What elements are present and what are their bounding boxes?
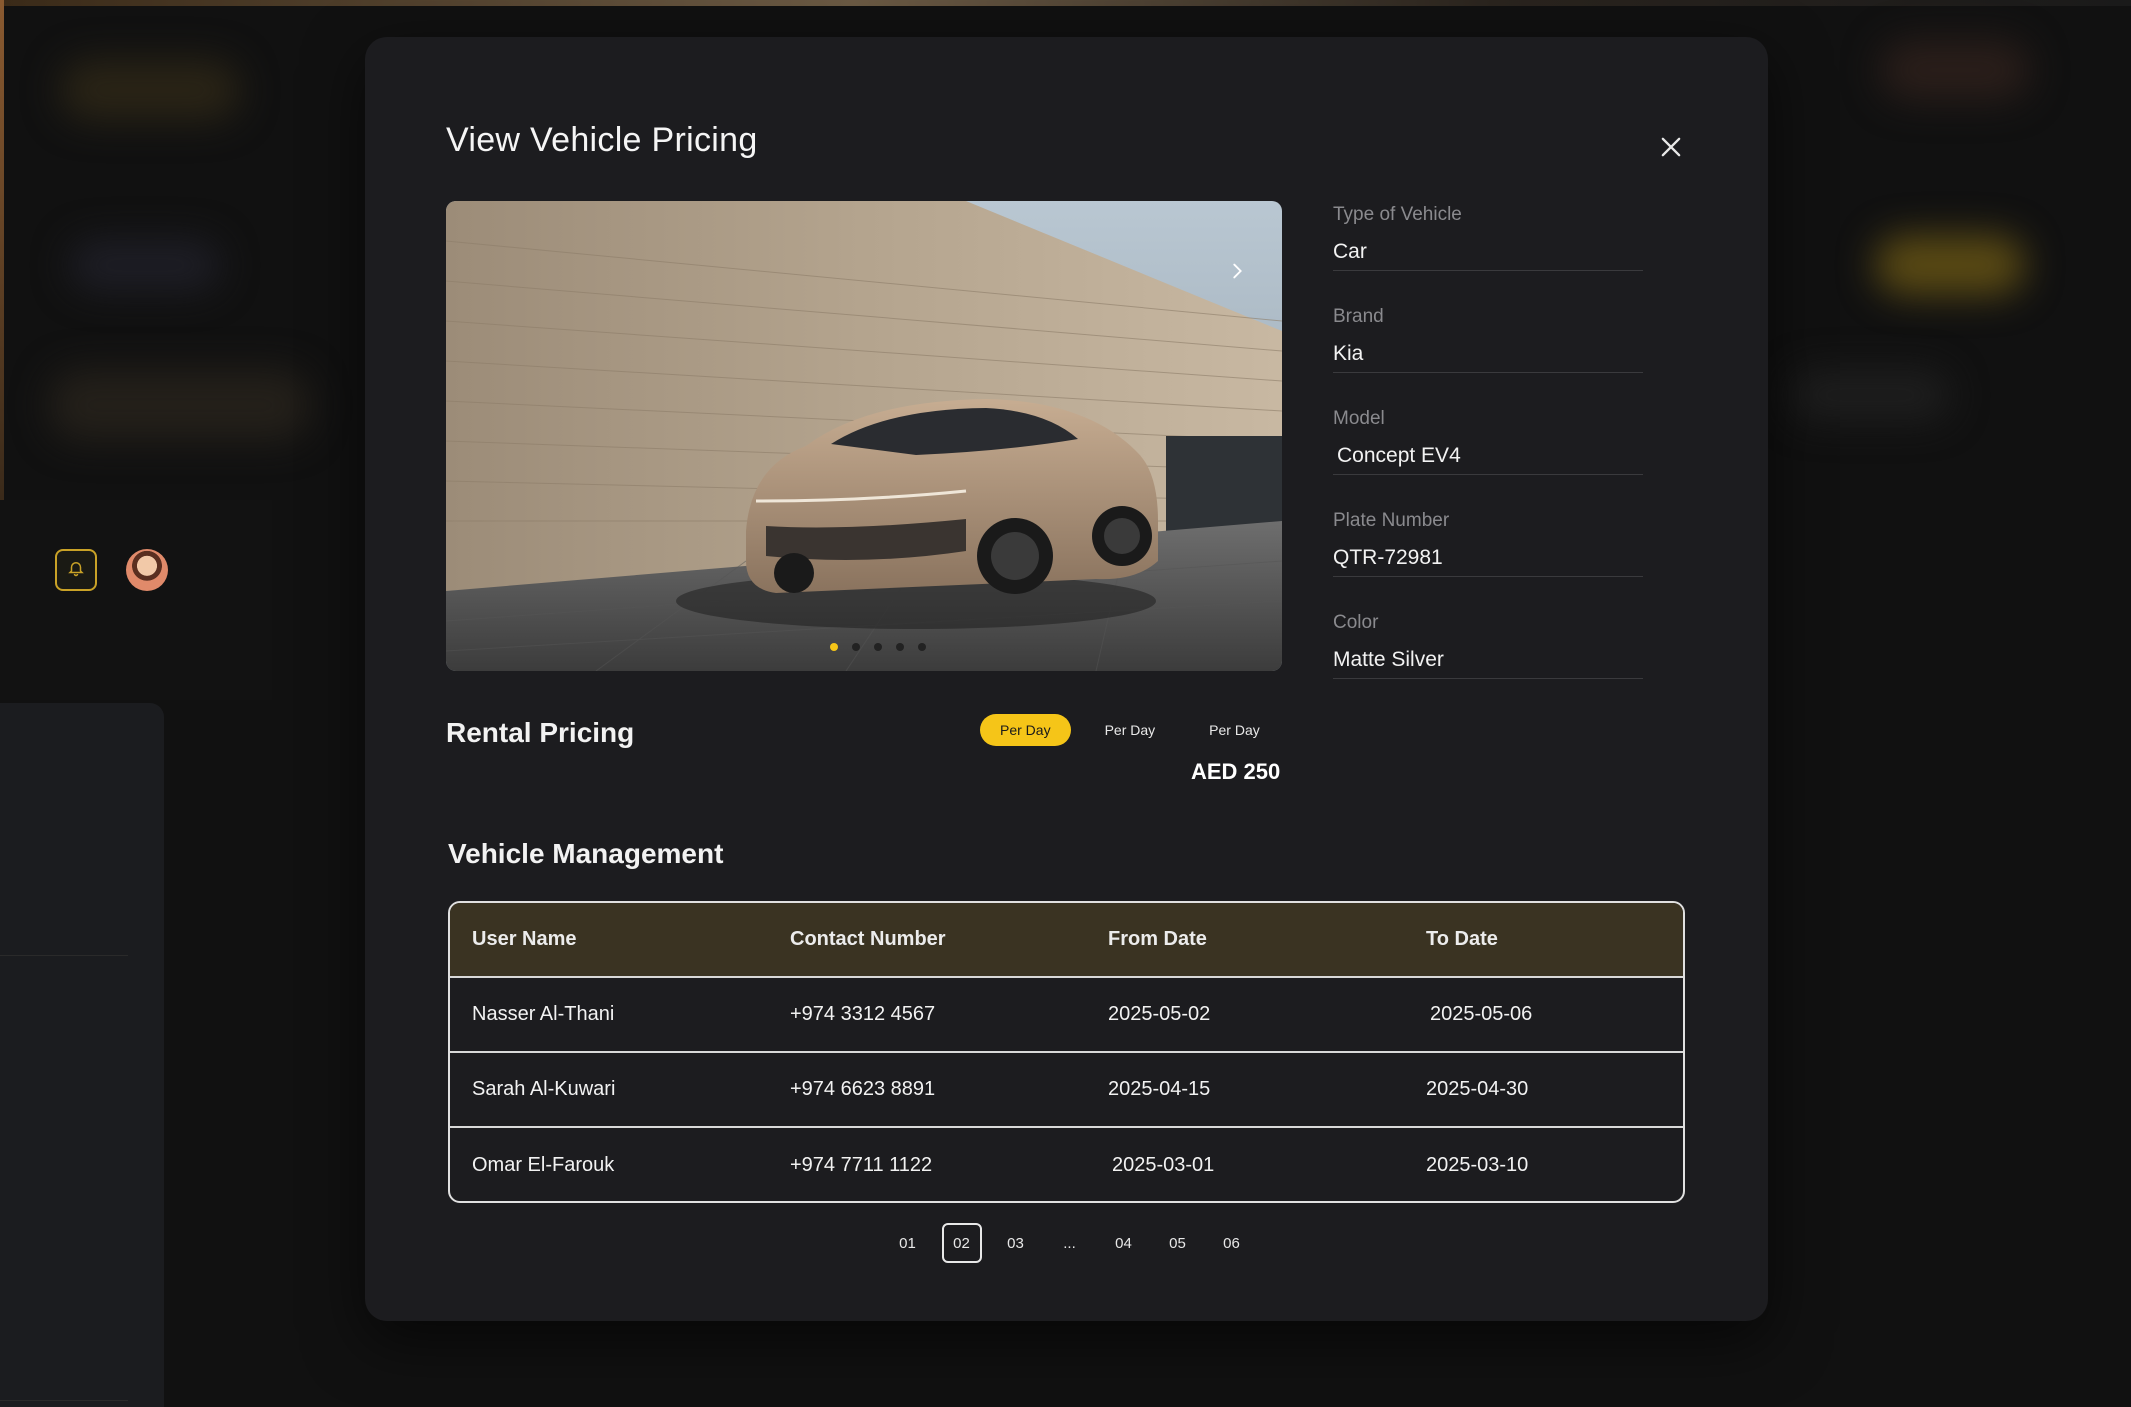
pagination: 01 02 03 ... 04 05 06 [365,1223,1768,1263]
divider [0,1400,128,1401]
pricing-tab[interactable]: Per Day [980,714,1071,746]
type-value: Car [1333,240,1367,263]
background-blur [50,370,310,440]
background-sidebar [0,703,164,1407]
vehicle-pricing-modal: View Vehicle Pricing Type of Vehicle Car… [365,37,1768,1321]
background-blur [1880,40,2030,100]
vehicle-management-title: Vehicle Management [448,838,724,869]
contact-cell: +974 7711 1122 [790,1154,933,1176]
close-button[interactable] [1651,129,1691,169]
notification-button[interactable] [55,549,97,591]
pricing-tab[interactable]: Per Day [1085,714,1176,746]
carousel-dot[interactable] [874,643,882,651]
table-header-row: User Name Contact Number From Date To Da… [450,903,1683,978]
vehicle-management-table: User Name Contact Number From Date To Da… [448,901,1685,1203]
model-label: Model [1333,408,1385,429]
page-button[interactable]: 06 [1212,1223,1252,1263]
color-label: Color [1333,612,1379,633]
close-icon [1657,133,1685,166]
carousel-dot[interactable] [830,643,838,651]
divider [1333,576,1643,577]
rental-pricing-title: Rental Pricing [446,717,635,748]
brand-field: Brand Kia [1333,306,1643,408]
page-button[interactable]: 03 [996,1223,1036,1263]
carousel-dot[interactable] [852,643,860,651]
chevron-right-icon [1226,260,1248,287]
model-value: Concept EV4 [1337,444,1461,467]
to-date-cell: 2025-04-30 [1426,1078,1529,1100]
column-header: To Date [1426,928,1498,950]
background-blur [60,60,240,120]
page-ellipsis: ... [1063,1234,1076,1252]
from-date-cell: 2025-04-15 [1108,1078,1211,1100]
type-label: Type of Vehicle [1333,204,1462,225]
vehicle-image-carousel[interactable] [446,201,1282,671]
vehicle-details: Type of Vehicle Car Brand Kia Model Conc… [1333,204,1643,714]
pricing-tab[interactable]: Per Day [1189,714,1280,746]
user-name-cell: Sarah Al-Kuwari [472,1078,616,1100]
to-date-cell: 2025-03-10 [1426,1154,1529,1176]
brand-label: Brand [1333,306,1384,327]
page-button[interactable]: 04 [1104,1223,1144,1263]
table-row[interactable]: Sarah Al-Kuwari +974 6623 8891 2025-04-1… [450,1053,1683,1128]
carousel-next-button[interactable] [1219,255,1255,291]
brand-value: Kia [1333,342,1364,365]
background-edge [0,0,4,500]
type-field: Type of Vehicle Car [1333,204,1643,306]
contact-cell: +974 3312 4567 [790,1003,936,1025]
column-header: Contact Number [790,928,946,950]
background-blur [1790,370,1950,420]
modal-title: View Vehicle Pricing [446,121,758,159]
divider [1333,474,1643,475]
from-date-cell: 2025-05-02 [1108,1003,1211,1025]
background-blur [1875,235,2025,295]
background-blur [70,240,220,290]
page-button[interactable]: 01 [888,1223,928,1263]
pricing-tabs: Per Day Per Day Per Day [980,714,1280,746]
background-glow [0,0,2131,6]
price-value: AED 250 [1191,759,1281,784]
to-date-cell: 2025-05-06 [1430,1003,1533,1025]
plate-field: Plate Number QTR-72981 [1333,510,1643,612]
carousel-indicators [446,643,1282,651]
plate-label: Plate Number [1333,510,1450,531]
vehicle-image [446,201,1282,671]
column-header: User Name [472,928,577,950]
avatar[interactable] [126,549,168,591]
divider [0,955,128,956]
table-row[interactable]: Omar El-Farouk +974 7711 1122 2025-03-01… [450,1128,1683,1201]
column-header: From Date [1108,928,1207,950]
bell-icon [67,559,85,582]
background-header [0,500,272,700]
color-value: Matte Silver [1333,648,1444,671]
plate-value: QTR-72981 [1333,546,1443,569]
user-name-cell: Nasser Al-Thani [472,1003,615,1025]
color-field: Color Matte Silver [1333,612,1643,714]
table-row[interactable]: Nasser Al-Thani +974 3312 4567 2025-05-0… [450,978,1683,1053]
carousel-dot[interactable] [896,643,904,651]
divider [1333,270,1643,271]
page-button[interactable]: 05 [1158,1223,1198,1263]
user-name-cell: Omar El-Farouk [472,1154,615,1176]
page-button-active[interactable]: 02 [941,1223,982,1263]
contact-cell: +974 6623 8891 [790,1078,936,1100]
divider [1333,678,1643,679]
model-field: Model Concept EV4 [1333,408,1643,510]
from-date-cell: 2025-03-01 [1112,1154,1215,1176]
carousel-dot[interactable] [918,643,926,651]
divider [1333,372,1643,373]
